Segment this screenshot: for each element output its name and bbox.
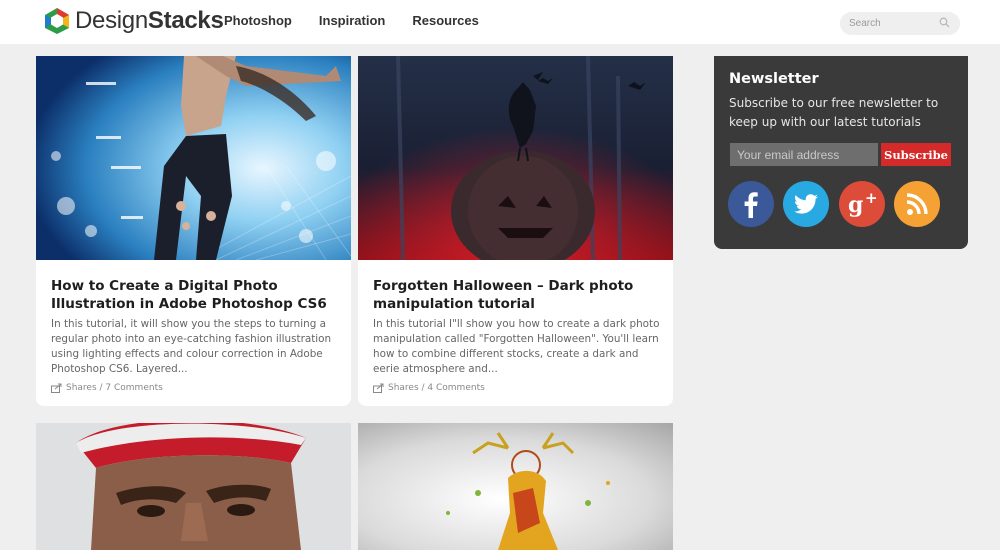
post-meta: Shares / 4 Comments [373,383,485,393]
search-input[interactable] [849,16,937,31]
nav-inspiration[interactable]: Inspiration [319,13,385,28]
logo[interactable]: DesignStacks [44,6,224,36]
google-plus-link[interactable]: g + [839,181,885,227]
newsletter-title: Newsletter [729,71,819,87]
dancer-illustration-image [36,56,351,260]
facebook-link[interactable] [728,181,774,227]
post-card[interactable]: Forgotten Halloween – Dark photo manipul… [358,56,673,406]
svg-text:+: + [865,189,878,207]
twitter-icon [783,181,829,227]
portrait-cap-image [36,423,351,550]
newsletter-widget: Newsletter Subscribe to our free newslet… [714,56,968,249]
post-thumbnail[interactable] [358,56,673,260]
post-thumbnail[interactable] [358,423,673,550]
search-box [840,12,960,35]
email-field[interactable] [730,143,878,166]
newsletter-description: Subscribe to our free newsletter to keep… [729,96,939,129]
post-thumbnail[interactable] [36,56,351,260]
post-meta-text: Shares / 7 Comments [66,383,163,393]
post-title[interactable]: Forgotten Halloween – Dark photo manipul… [373,277,663,313]
subscribe-button[interactable]: Subscribe [881,143,951,166]
post-card[interactable]: How to Create a Digital Photo Illustrati… [36,56,351,406]
post-meta: Shares / 7 Comments [51,383,163,393]
post-thumbnail[interactable] [36,423,351,550]
post-card[interactable] [358,423,673,550]
facebook-icon [728,181,774,227]
twitter-link[interactable] [783,181,829,227]
main-nav: Photoshop Inspiration Resources [224,13,506,28]
svg-text:g: g [848,192,863,218]
halloween-pumpkin-image [358,56,673,260]
rss-icon [894,181,940,227]
site-header: DesignStacks Photoshop Inspiration Resou… [0,0,1000,44]
post-meta-text: Shares / 4 Comments [388,383,485,393]
rss-link[interactable] [894,181,940,227]
share-icon[interactable] [373,383,384,393]
post-title[interactable]: How to Create a Digital Photo Illustrati… [51,277,341,313]
nav-resources[interactable]: Resources [412,13,478,28]
logo-hexagon-icon [45,8,69,34]
google-plus-icon: g + [839,181,885,227]
logo-text: DesignStacks [75,7,224,34]
nav-photoshop[interactable]: Photoshop [224,13,292,28]
post-excerpt: In this tutorial I"ll show you how to cr… [373,318,660,375]
share-icon[interactable] [51,383,62,393]
post-excerpt: In this tutorial, it will show you the s… [51,318,332,375]
search-icon[interactable] [939,17,950,28]
post-card[interactable] [36,423,351,550]
deer-abstract-image [358,423,673,550]
